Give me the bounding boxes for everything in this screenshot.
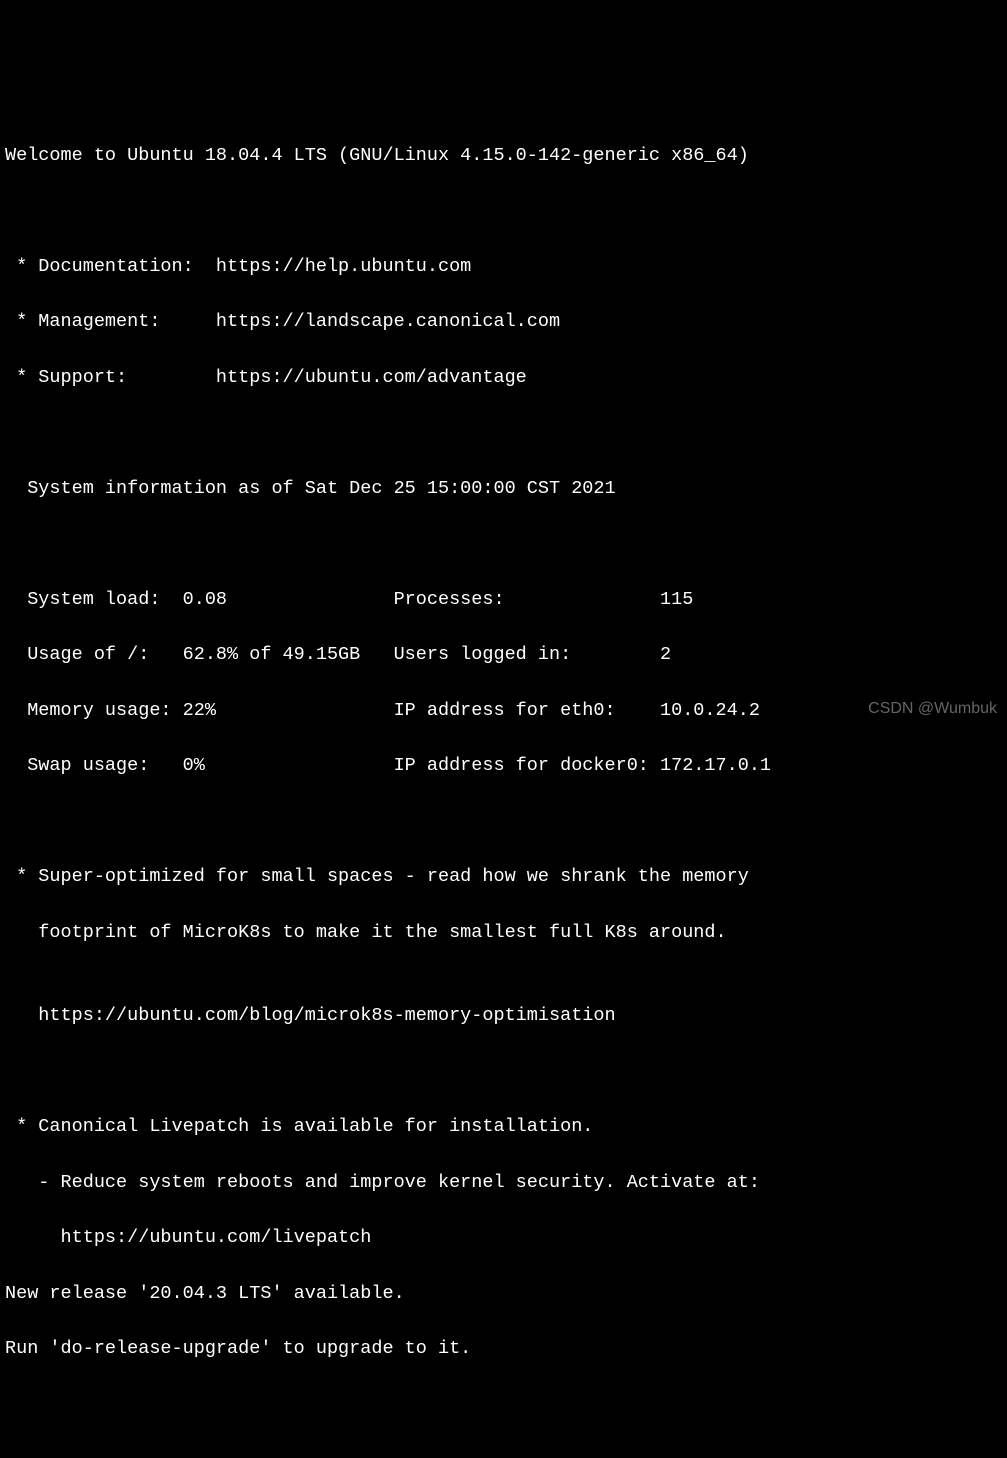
microk8s-line-2: footprint of MicroK8s to make it the sma… <box>5 919 1002 947</box>
sysinfo-row-usage: Usage of /: 62.8% of 49.15GB Users logge… <box>5 641 1002 669</box>
release-line-1: New release '20.04.3 LTS' available. <box>5 1280 1002 1308</box>
livepatch-line-1: * Canonical Livepatch is available for i… <box>5 1113 1002 1141</box>
livepatch-line-2: - Reduce system reboots and improve kern… <box>5 1169 1002 1197</box>
blank-line <box>5 1446 1002 1458</box>
sysinfo-row-load: System load: 0.08 Processes: 115 <box>5 586 1002 614</box>
microk8s-line-1: * Super-optimized for small spaces - rea… <box>5 863 1002 891</box>
terminal-output[interactable]: Welcome to Ubuntu 18.04.4 LTS (GNU/Linux… <box>0 111 1007 1458</box>
blank-line <box>5 419 1002 447</box>
blank-line <box>5 530 1002 558</box>
link-management: * Management: https://landscape.canonica… <box>5 308 1002 336</box>
sysinfo-row-swap: Swap usage: 0% IP address for docker0: 1… <box>5 752 1002 780</box>
microk8s-line-4: https://ubuntu.com/blog/microk8s-memory-… <box>5 1002 1002 1030</box>
watermark-text: CSDN @Wumbuk <box>868 697 997 721</box>
blank-line <box>5 1058 1002 1086</box>
link-support: * Support: https://ubuntu.com/advantage <box>5 364 1002 392</box>
blank-line <box>5 808 1002 836</box>
welcome-line: Welcome to Ubuntu 18.04.4 LTS (GNU/Linux… <box>5 142 1002 170</box>
release-line-2: Run 'do-release-upgrade' to upgrade to i… <box>5 1335 1002 1363</box>
blank-line <box>5 1391 1002 1419</box>
link-documentation: * Documentation: https://help.ubuntu.com <box>5 253 1002 281</box>
livepatch-line-3: https://ubuntu.com/livepatch <box>5 1224 1002 1252</box>
sysinfo-row-memory: Memory usage: 22% IP address for eth0: 1… <box>5 697 1002 725</box>
sysinfo-header: System information as of Sat Dec 25 15:0… <box>5 475 1002 503</box>
blank-line <box>5 197 1002 225</box>
